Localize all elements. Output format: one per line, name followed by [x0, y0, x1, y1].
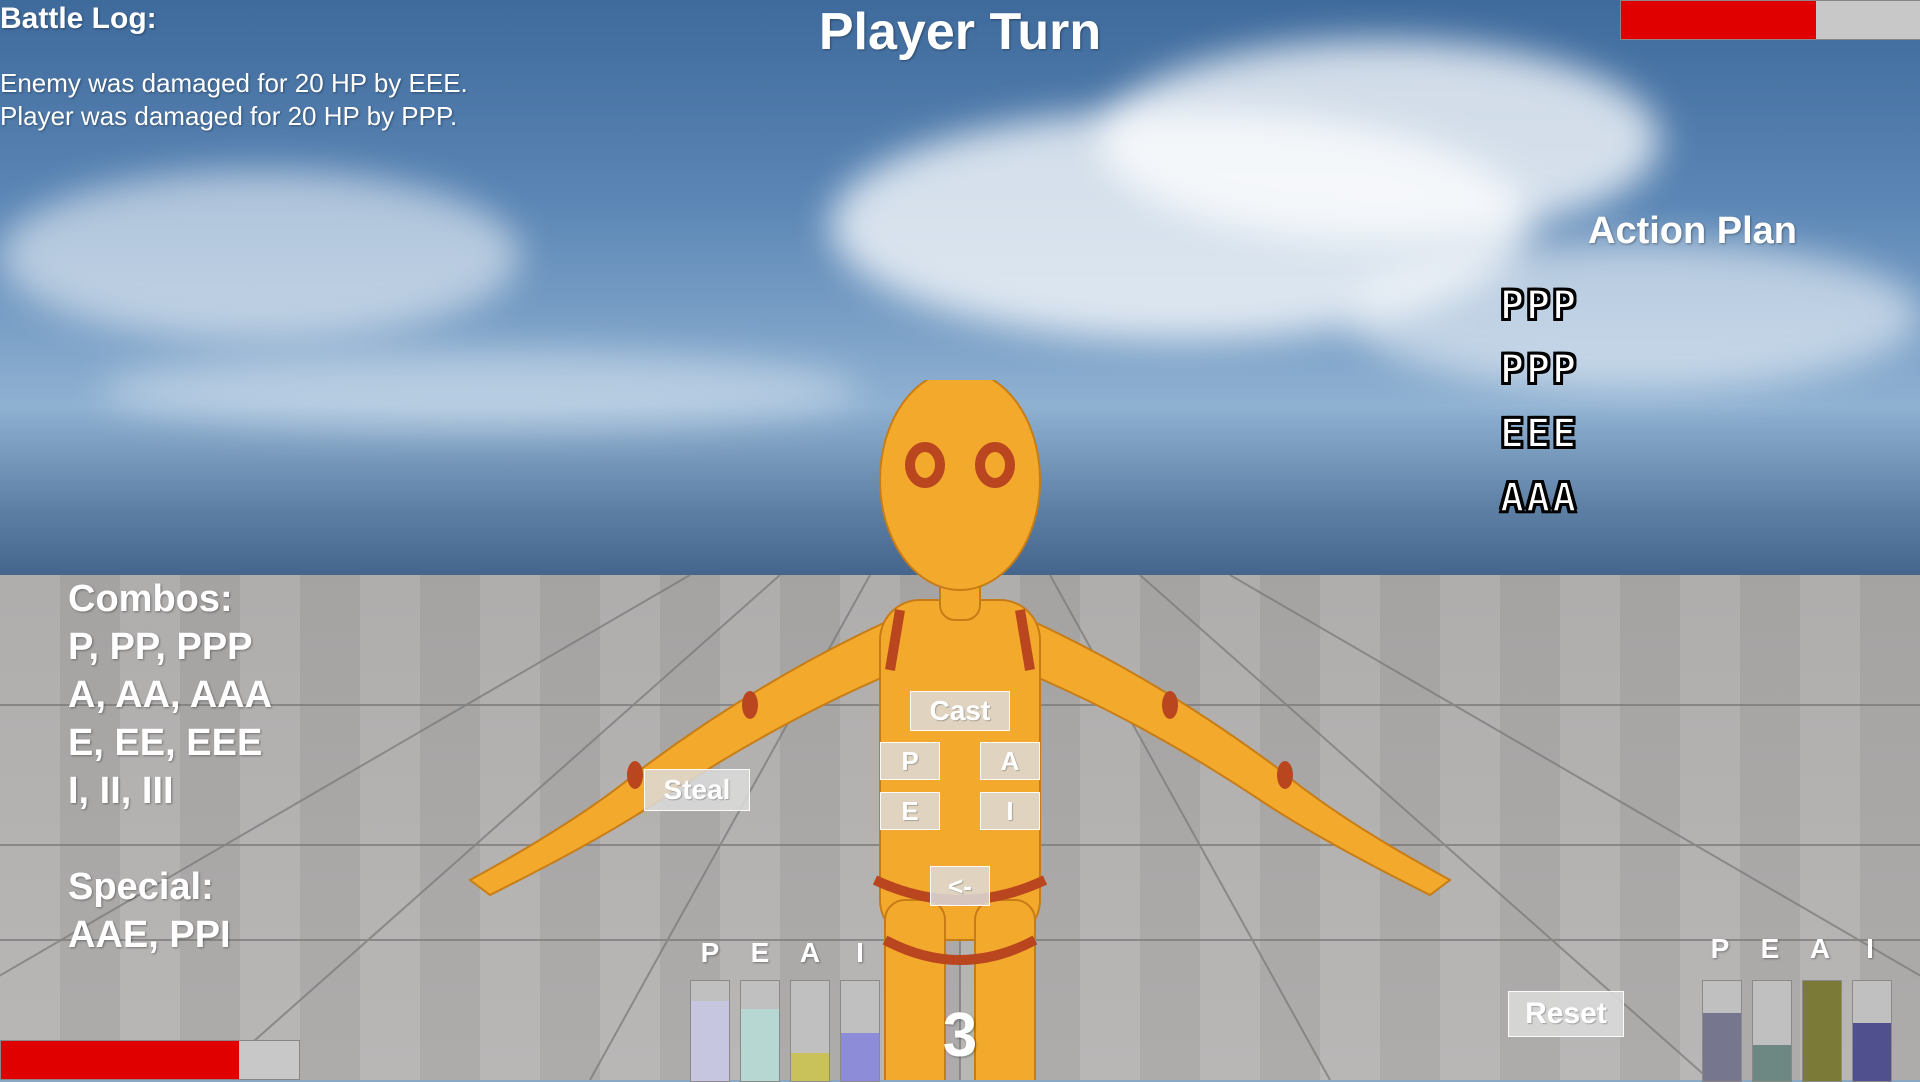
cloud: [1100, 40, 1660, 240]
game-scene: [0, 0, 1920, 1080]
action-plan-item: PPP: [1499, 346, 1579, 394]
battle-log-line: Player was damaged for 20 HP by PPP.: [0, 101, 458, 131]
battle-log-line: Enemy was damaged for 20 HP by EEE.: [0, 68, 468, 98]
special-title: Special:: [68, 866, 214, 908]
meter-fill: [1803, 981, 1841, 1081]
meter-label-e: E: [1760, 933, 1780, 964]
meter-e: [740, 980, 780, 1082]
rune-i-button[interactable]: I: [980, 792, 1040, 830]
player-health-fill: [1, 1041, 240, 1079]
meter-label-a: A: [1809, 933, 1831, 964]
meter-e: [1752, 980, 1792, 1082]
combo-line: P, PP, PPP: [68, 626, 253, 668]
cloud: [0, 170, 520, 340]
meter-fill: [1853, 1023, 1891, 1081]
meter-fill: [841, 1033, 879, 1081]
cloud: [1350, 240, 1920, 390]
meter-label-p: P: [700, 937, 720, 968]
meter-fill: [1703, 1013, 1741, 1081]
rune-e-button[interactable]: E: [880, 792, 940, 830]
meter-p: [690, 980, 730, 1082]
combos-title: Combos:: [68, 578, 233, 620]
player-health-bar: [0, 1040, 300, 1080]
enemy-health-fill: [1621, 1, 1816, 39]
meter-label-e: E: [750, 937, 770, 968]
action-plan-title: Action Plan: [1588, 210, 1798, 252]
combo-line: E, EE, EEE: [68, 722, 263, 764]
meter-i: [840, 980, 880, 1082]
meter-fill: [1753, 1045, 1791, 1081]
meter-fill: [741, 1009, 779, 1081]
enemy-health-bar: [1620, 0, 1920, 40]
meter-label-i: I: [1866, 933, 1874, 964]
combo-line: I, II, III: [68, 770, 174, 812]
meter-a: [1802, 980, 1842, 1082]
action-plan-item: PPP: [1499, 282, 1579, 330]
combo-line: A, AA, AAA: [68, 674, 273, 716]
meter-label-p: P: [1710, 933, 1730, 964]
rune-a-button[interactable]: A: [980, 742, 1040, 780]
action-counter: 3: [942, 1001, 978, 1070]
meter-a: [790, 980, 830, 1082]
meter-p: [1702, 980, 1742, 1082]
rune-p-button[interactable]: P: [880, 742, 940, 780]
meter-fill: [791, 1053, 829, 1081]
steal-button[interactable]: Steal: [644, 769, 750, 811]
meter-label-a: A: [799, 937, 821, 968]
reset-button[interactable]: Reset: [1508, 991, 1624, 1037]
meter-label-i: I: [856, 937, 864, 968]
meter-fill: [691, 1001, 729, 1081]
cast-button[interactable]: Cast: [910, 691, 1010, 731]
special-line: AAE, PPI: [68, 914, 231, 956]
action-plan-item: AAA: [1499, 474, 1579, 522]
action-plan-item: EEE: [1499, 410, 1579, 458]
meter-i: [1852, 980, 1892, 1082]
backspace-button[interactable]: <-: [930, 866, 990, 906]
